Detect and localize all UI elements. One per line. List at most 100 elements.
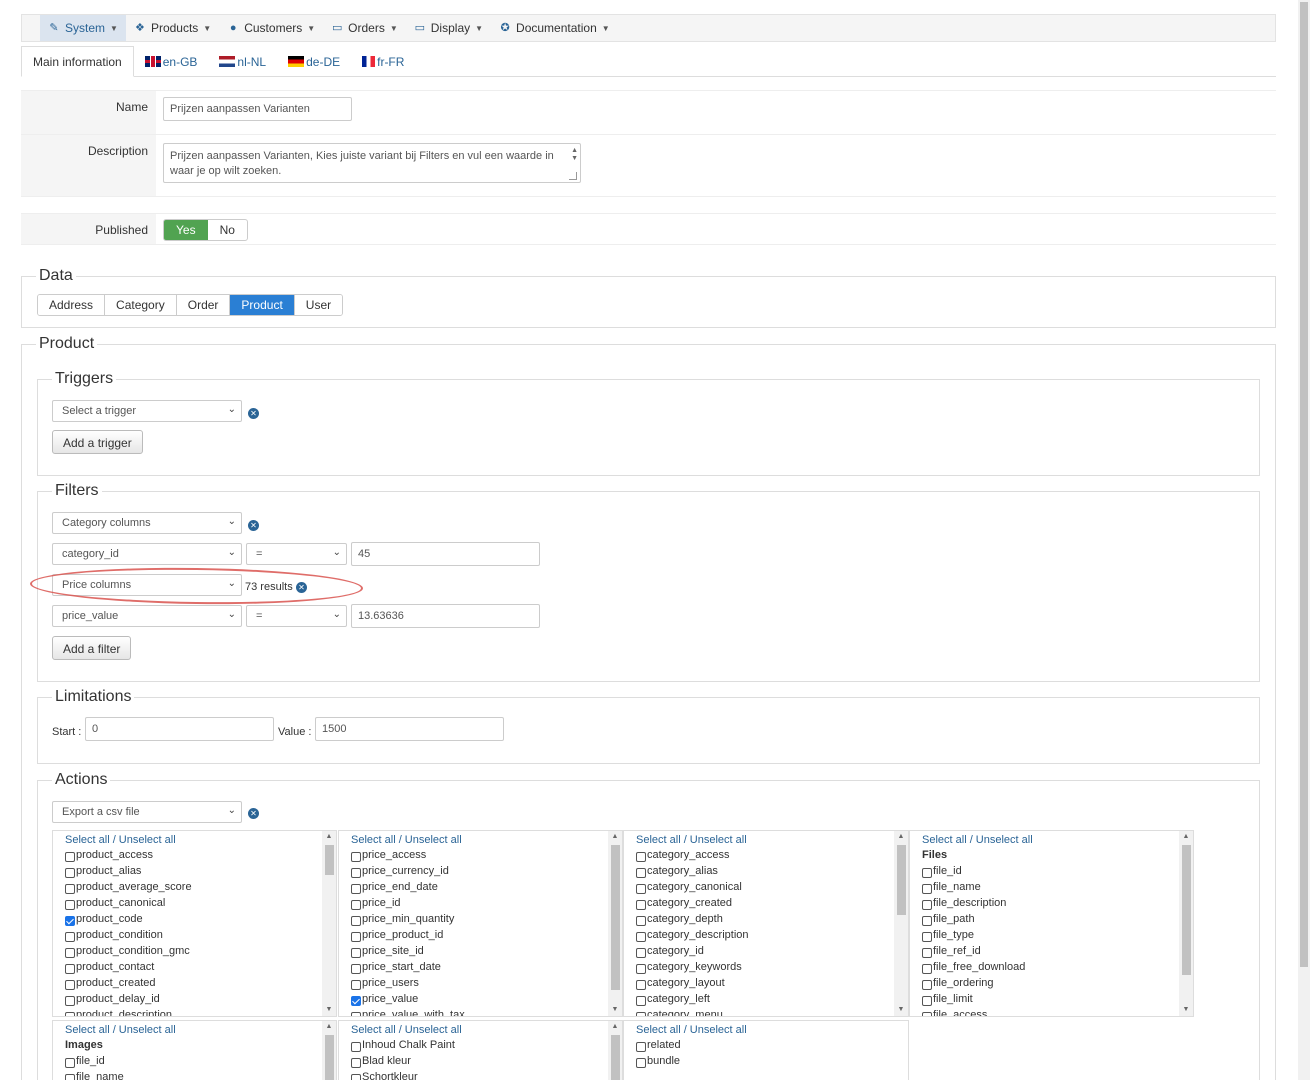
- data-button-order[interactable]: Order: [176, 295, 231, 315]
- checkbox[interactable]: [351, 883, 361, 894]
- checkbox[interactable]: [65, 899, 75, 910]
- checkbox[interactable]: [65, 947, 75, 958]
- checkbox[interactable]: [636, 995, 646, 1006]
- checkbox[interactable]: [636, 851, 646, 862]
- menu-item-orders[interactable]: ▭ Orders ▼: [323, 15, 406, 41]
- column-checkbox-item[interactable]: category_description: [636, 927, 892, 943]
- data-button-user[interactable]: User: [294, 295, 343, 315]
- filter1-value-input[interactable]: 45: [351, 542, 540, 566]
- select-all-link[interactable]: Select all / Unselect all: [636, 833, 892, 847]
- column-checkbox-item[interactable]: category_alias: [636, 863, 892, 879]
- checkbox[interactable]: [922, 947, 932, 958]
- column-checkbox-item[interactable]: price_access: [351, 847, 606, 863]
- scroll-down-icon[interactable]: ▼: [322, 1004, 336, 1016]
- column-checkbox-item[interactable]: category_canonical: [636, 879, 892, 895]
- column-checkbox-item[interactable]: Inhoud Chalk Paint: [351, 1037, 606, 1053]
- trigger-select[interactable]: Select a trigger ⌄: [52, 400, 242, 422]
- page-scrollbar[interactable]: [1298, 0, 1310, 1080]
- column-checkbox-item[interactable]: product_canonical: [65, 895, 320, 911]
- select-all-link[interactable]: Select all / Unselect all: [351, 833, 606, 847]
- column-checkbox-item[interactable]: bundle: [636, 1053, 892, 1069]
- published-yes-button[interactable]: Yes: [164, 220, 208, 240]
- checkbox[interactable]: [351, 1057, 361, 1068]
- checkbox[interactable]: [351, 995, 361, 1006]
- select-all-link[interactable]: Select all / Unselect all: [922, 833, 1177, 847]
- tab-nl-nl[interactable]: nl-NL: [208, 46, 277, 77]
- column-checkbox-item[interactable]: product_code: [65, 911, 320, 927]
- scroll-up-icon[interactable]: ▲: [894, 831, 908, 843]
- remove-filter1-icon[interactable]: ✕: [248, 520, 259, 531]
- select-all-link[interactable]: Select all / Unselect all: [351, 1023, 606, 1037]
- list-scrollbar[interactable]: ▲▼: [608, 1021, 622, 1080]
- checkbox[interactable]: [65, 851, 75, 862]
- column-checkbox-item[interactable]: price_value_with_tax: [351, 1007, 606, 1016]
- column-checkbox-item[interactable]: file_ordering: [922, 975, 1177, 991]
- filter1-column-select[interactable]: category_id ⌄: [52, 543, 242, 565]
- checkbox[interactable]: [636, 1011, 646, 1016]
- menu-item-products[interactable]: ❖ Products ▼: [126, 15, 219, 41]
- column-checkbox-item[interactable]: product_description: [65, 1007, 320, 1016]
- resize-grip-icon[interactable]: [569, 172, 577, 180]
- checkbox[interactable]: [351, 931, 361, 942]
- checkbox[interactable]: [636, 931, 646, 942]
- list-scrollbar[interactable]: ▲▼: [1179, 831, 1193, 1016]
- page-scrollbar-thumb[interactable]: [1300, 2, 1308, 967]
- data-button-product[interactable]: Product: [230, 295, 295, 315]
- checkbox[interactable]: [351, 867, 361, 878]
- column-checkbox-item[interactable]: category_left: [636, 991, 892, 1007]
- list-scrollbar[interactable]: ▲▼: [322, 831, 336, 1016]
- column-checkbox-item[interactable]: category_keywords: [636, 959, 892, 975]
- action-select[interactable]: Export a csv file ⌄: [52, 801, 242, 823]
- column-checkbox-item[interactable]: product_contact: [65, 959, 320, 975]
- column-checkbox-item[interactable]: product_access: [65, 847, 320, 863]
- column-checkbox-item[interactable]: price_site_id: [351, 943, 606, 959]
- filter1-operator-select[interactable]: = ⌄: [246, 543, 347, 565]
- menu-item-customers[interactable]: ● Customers ▼: [219, 15, 323, 41]
- column-checkbox-item[interactable]: file_path: [922, 911, 1177, 927]
- column-checkbox-item[interactable]: product_condition_gmc: [65, 943, 320, 959]
- column-checkbox-item[interactable]: category_created: [636, 895, 892, 911]
- checkbox[interactable]: [636, 883, 646, 894]
- checkbox[interactable]: [922, 963, 932, 974]
- tab-fr-fr[interactable]: fr-FR: [351, 46, 415, 77]
- checkbox[interactable]: [351, 899, 361, 910]
- checkbox[interactable]: [351, 1041, 361, 1052]
- checkbox[interactable]: [922, 899, 932, 910]
- remove-action-icon[interactable]: ✕: [248, 808, 259, 819]
- name-input[interactable]: Prijzen aanpassen Varianten: [163, 97, 352, 121]
- column-checkbox-item[interactable]: file_id: [922, 863, 1177, 879]
- checkbox[interactable]: [65, 1073, 75, 1080]
- checkbox[interactable]: [636, 979, 646, 990]
- column-checkbox-item[interactable]: file_access: [922, 1007, 1177, 1016]
- scroll-up-icon[interactable]: ▲: [608, 1021, 622, 1033]
- checkbox[interactable]: [922, 867, 932, 878]
- checkbox[interactable]: [636, 1041, 646, 1052]
- column-checkbox-item[interactable]: related: [636, 1037, 892, 1053]
- list-scrollbar[interactable]: ▲▼: [894, 831, 908, 1016]
- tab-en-gb[interactable]: en-GB: [134, 46, 209, 77]
- scrollbar-thumb[interactable]: [611, 1035, 620, 1080]
- add-filter-button[interactable]: Add a filter: [52, 636, 132, 660]
- scrollbar-thumb[interactable]: [1182, 845, 1191, 975]
- scroll-up-icon[interactable]: ▲: [1179, 831, 1193, 843]
- column-checkbox-item[interactable]: price_min_quantity: [351, 911, 606, 927]
- column-checkbox-item[interactable]: category_access: [636, 847, 892, 863]
- column-checkbox-item[interactable]: file_type: [922, 927, 1177, 943]
- checkbox[interactable]: [636, 947, 646, 958]
- scrollbar-thumb[interactable]: [611, 845, 620, 990]
- column-checkbox-item[interactable]: file_id: [65, 1053, 320, 1069]
- checkbox[interactable]: [65, 867, 75, 878]
- column-checkbox-item[interactable]: Schortkleur: [351, 1069, 606, 1080]
- start-input[interactable]: 0: [85, 717, 274, 741]
- scrollbar-thumb[interactable]: [897, 845, 906, 915]
- checkbox[interactable]: [65, 963, 75, 974]
- column-checkbox-item[interactable]: product_alias: [65, 863, 320, 879]
- column-checkbox-item[interactable]: file_description: [922, 895, 1177, 911]
- tab-de-de[interactable]: de-DE: [277, 46, 351, 77]
- published-no-button[interactable]: No: [208, 220, 247, 240]
- menu-item-system[interactable]: ✎ System ▼: [40, 15, 126, 41]
- tab-main-information[interactable]: Main information: [21, 46, 134, 77]
- column-checkbox-item[interactable]: product_created: [65, 975, 320, 991]
- column-checkbox-item[interactable]: price_value: [351, 991, 606, 1007]
- filter2-column-select[interactable]: price_value ⌄: [52, 605, 242, 627]
